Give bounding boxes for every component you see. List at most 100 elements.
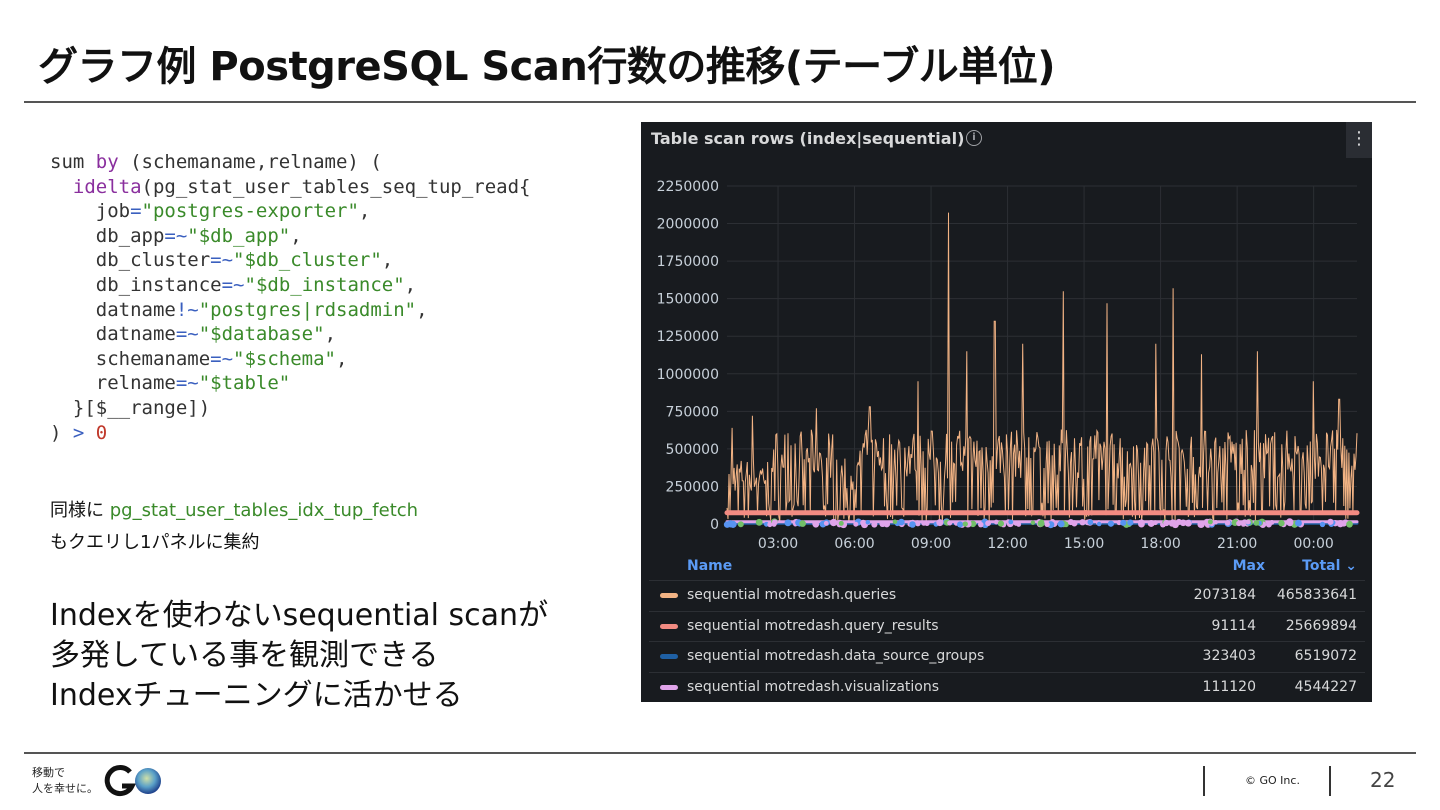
series-point <box>978 521 984 528</box>
go-logo-icon <box>104 765 161 797</box>
x-tick-label: 06:00 <box>834 536 874 552</box>
y-tick-label: 0 <box>710 517 719 533</box>
legend-total: 465833641 <box>1276 587 1357 603</box>
series-point <box>1346 520 1353 528</box>
chart-panel[interactable]: Table scan rows (index|sequential) i ⋮ 0… <box>641 122 1372 702</box>
copyright: © GO Inc. <box>1245 774 1300 787</box>
legend-max: 111120 <box>1202 678 1256 695</box>
x-tick-label: 12:00 <box>987 536 1027 552</box>
slide-title: グラフ例 PostgreSQL Scan行数の推移(テーブル単位) <box>38 44 1056 90</box>
legend-header-total[interactable]: Total ⌄ <box>1302 558 1357 574</box>
legend-swatch <box>660 623 678 629</box>
series-point <box>1008 519 1014 525</box>
x-tick-label: 00:00 <box>1293 536 1333 552</box>
y-tick-label: 1000000 <box>657 367 719 383</box>
series-point <box>1127 519 1134 526</box>
series-point <box>1207 519 1213 525</box>
note-similar-metric: 同様に pg_stat_user_tables_idx_tup_fetch <box>50 500 419 521</box>
y-tick-label: 500000 <box>666 442 719 458</box>
series-point <box>962 521 968 527</box>
series-point <box>1057 520 1065 528</box>
series-point <box>898 518 905 526</box>
legend-swatch <box>660 684 678 690</box>
series-point <box>1071 520 1078 527</box>
legend-row[interactable]: sequential motredash.data_source_groups … <box>649 641 1365 672</box>
series-point <box>936 519 944 527</box>
legend-max: 2073184 <box>1193 587 1256 603</box>
footer-separator <box>1329 766 1331 796</box>
legend-swatch <box>660 654 678 659</box>
series-point <box>737 521 744 528</box>
note-aggregate: もクエリし1パネルに集約 <box>50 532 260 553</box>
y-tick-label: 750000 <box>666 404 719 420</box>
series-point <box>924 520 930 527</box>
series-point <box>997 520 1005 527</box>
legend-max: 323403 <box>1202 648 1256 664</box>
y-tick-label: 1750000 <box>657 254 719 270</box>
series-point <box>1038 519 1045 526</box>
y-tick-label: 250000 <box>666 479 719 495</box>
series-point <box>865 520 871 525</box>
legend-table: Name Max Total ⌄ sequential motredash.qu… <box>649 552 1365 702</box>
legend-row[interactable]: sequential motredash.visualizations 1111… <box>649 671 1365 703</box>
x-tick-label: 18:00 <box>1140 536 1180 552</box>
series-point <box>1336 519 1345 528</box>
key-message: Indexを使わないsequential scanが 多発している事を観測できる… <box>50 598 549 713</box>
series-point <box>1107 520 1115 527</box>
y-tick-label: 1250000 <box>657 329 719 345</box>
series-point <box>892 519 898 525</box>
company-tagline: 移動で 人を幸せに。 <box>32 766 98 795</box>
series-point <box>767 522 773 528</box>
series-point <box>812 520 819 527</box>
series-point <box>985 520 991 527</box>
series-point <box>871 521 878 528</box>
series-point <box>957 521 964 528</box>
series-point <box>1253 520 1260 526</box>
series-point <box>1265 521 1272 528</box>
legend-series-name[interactable]: sequential motredash.data_source_groups <box>687 648 984 664</box>
series-point <box>1169 519 1176 526</box>
x-tick-label: 03:00 <box>758 536 798 552</box>
legend-series-name[interactable]: sequential motredash.queries <box>687 587 896 603</box>
legend-row[interactable]: sequential motredash.queries 2073184 465… <box>649 580 1365 611</box>
series-point <box>784 519 792 527</box>
series-point <box>1087 519 1094 526</box>
series-point <box>883 520 891 528</box>
legend-header-max[interactable]: Max <box>1233 558 1265 574</box>
legend-series-name[interactable]: sequential motredash.visualizations <box>687 679 939 695</box>
legend-header-name[interactable]: Name <box>687 558 732 574</box>
series-point <box>1327 518 1334 525</box>
promql-code-block: sum by (schemaname,relname) ( idelta(pg_… <box>50 151 531 444</box>
series-point <box>1245 519 1251 525</box>
series-point <box>853 521 859 527</box>
series-point <box>1147 519 1155 527</box>
chart-plot[interactable]: 0 250000 500000 750000 1000000 1250000 1500000… <box>641 122 1372 552</box>
page-number: 22 <box>1370 768 1396 792</box>
footer-divider <box>24 752 1416 754</box>
legend-max: 91114 <box>1211 617 1256 634</box>
series-point <box>1163 519 1170 527</box>
y-tick-label: 2250000 <box>657 179 719 195</box>
series-point <box>755 518 763 526</box>
series-point <box>729 520 737 528</box>
series-point <box>1120 519 1127 526</box>
y-tick-label: 1500000 <box>657 292 719 308</box>
series-point <box>1278 519 1285 527</box>
series-point <box>1184 519 1192 527</box>
series-point <box>1295 519 1302 527</box>
series-point <box>1030 520 1036 525</box>
legend-row[interactable]: sequential motredash.query_results 91114… <box>649 610 1365 642</box>
series-point <box>1224 519 1231 526</box>
x-tick-label: 09:00 <box>911 536 951 552</box>
series-point <box>1199 521 1206 527</box>
title-divider <box>24 101 1416 103</box>
series-point <box>1016 521 1022 527</box>
legend-series-name[interactable]: sequential motredash.query_results <box>687 618 939 634</box>
series-point <box>771 522 777 527</box>
series-point <box>860 519 867 526</box>
series-point <box>1138 520 1145 528</box>
legend-total: 6519072 <box>1294 648 1357 664</box>
series-point <box>947 520 953 526</box>
y-tick-label: 2000000 <box>657 217 719 233</box>
series-point <box>1096 521 1102 527</box>
